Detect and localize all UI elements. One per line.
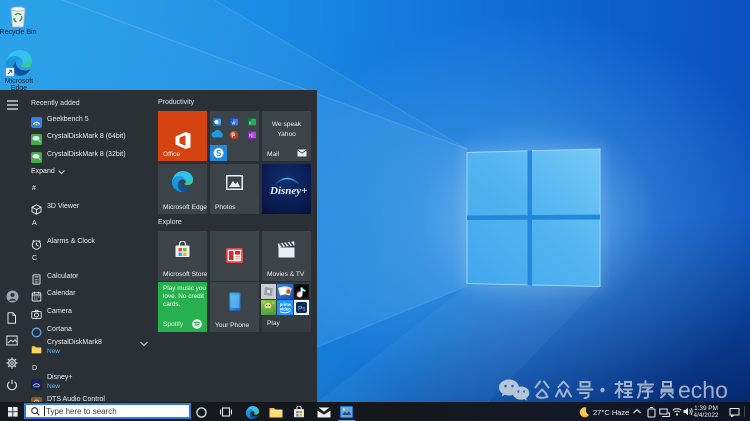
svg-text:Recycle Bin: Recycle Bin: [0, 29, 37, 36]
svg-text:Disney+: Disney+: [269, 185, 307, 197]
svg-text:video: video: [280, 306, 291, 311]
svg-text:w: w: [232, 120, 236, 126]
svg-text:echo: echo: [678, 377, 728, 403]
svg-text:P: P: [232, 133, 236, 139]
svg-text:N: N: [249, 134, 253, 140]
svg-text:Ps: Ps: [298, 306, 306, 313]
svg-text:S: S: [216, 149, 222, 158]
svg-text:Microsoft: Microsoft: [5, 78, 33, 85]
